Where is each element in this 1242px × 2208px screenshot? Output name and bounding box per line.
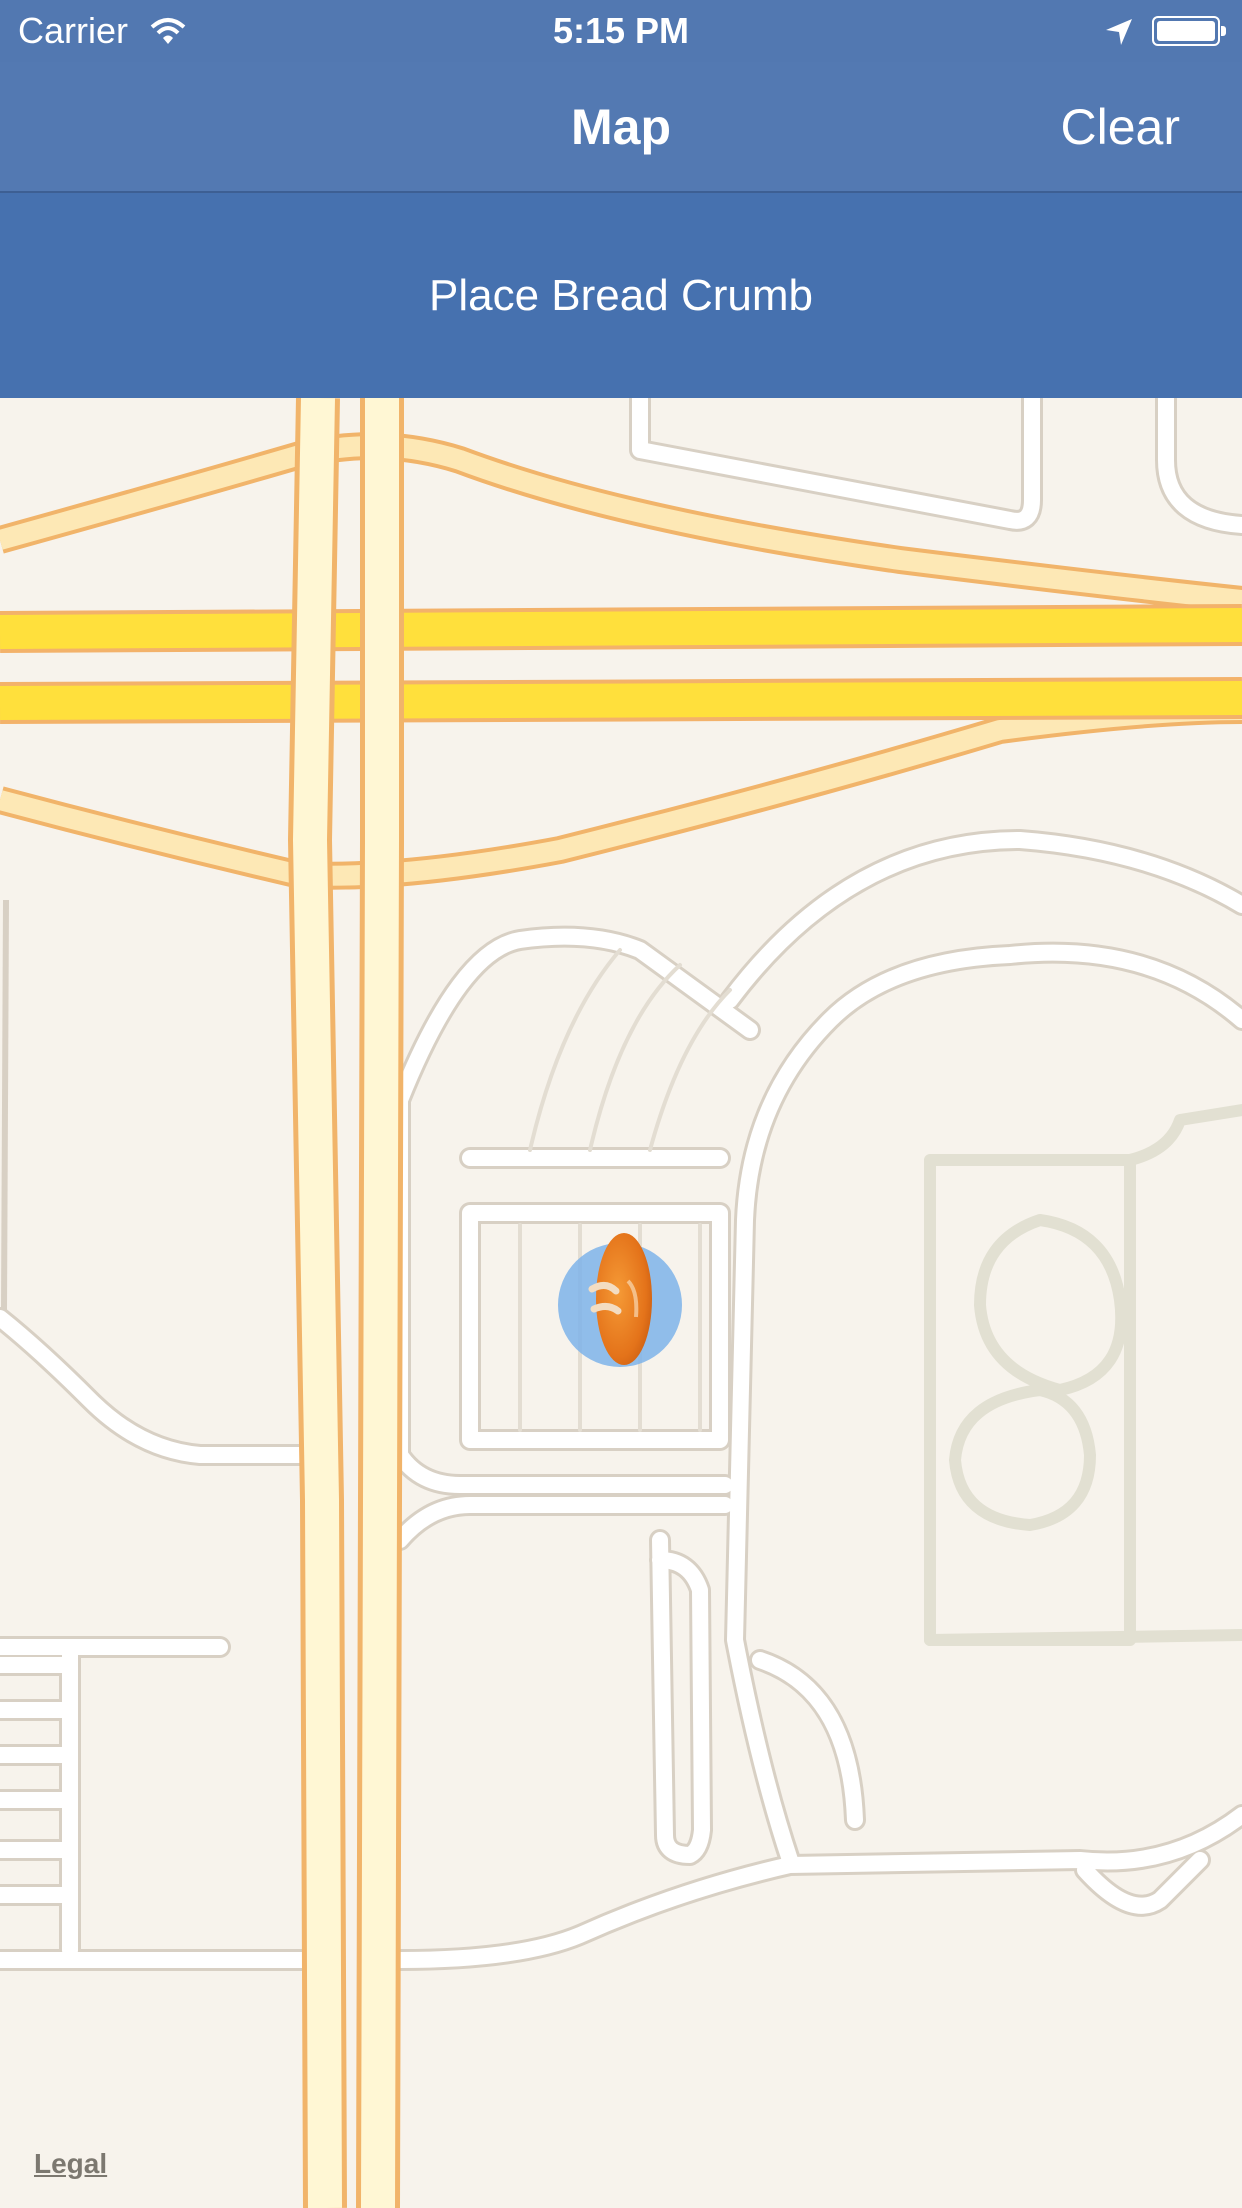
location-arrow-icon — [1104, 14, 1134, 56]
legal-link[interactable]: Legal — [34, 2148, 107, 2180]
page-title: Map — [571, 99, 671, 155]
action-bar: Place Bread Crumb — [0, 193, 1242, 398]
battery-icon — [1152, 16, 1226, 46]
navigation-bar: Map Clear — [0, 62, 1242, 193]
place-bread-crumb-button[interactable]: Place Bread Crumb — [0, 193, 1242, 398]
clear-button[interactable]: Clear — [1061, 98, 1180, 156]
map-view[interactable]: Legal — [0, 398, 1242, 2208]
bread-crumb-icon[interactable] — [588, 1231, 654, 1367]
status-bar: Carrier 5:15 PM — [0, 0, 1242, 62]
status-time: 5:15 PM — [552, 10, 690, 51]
